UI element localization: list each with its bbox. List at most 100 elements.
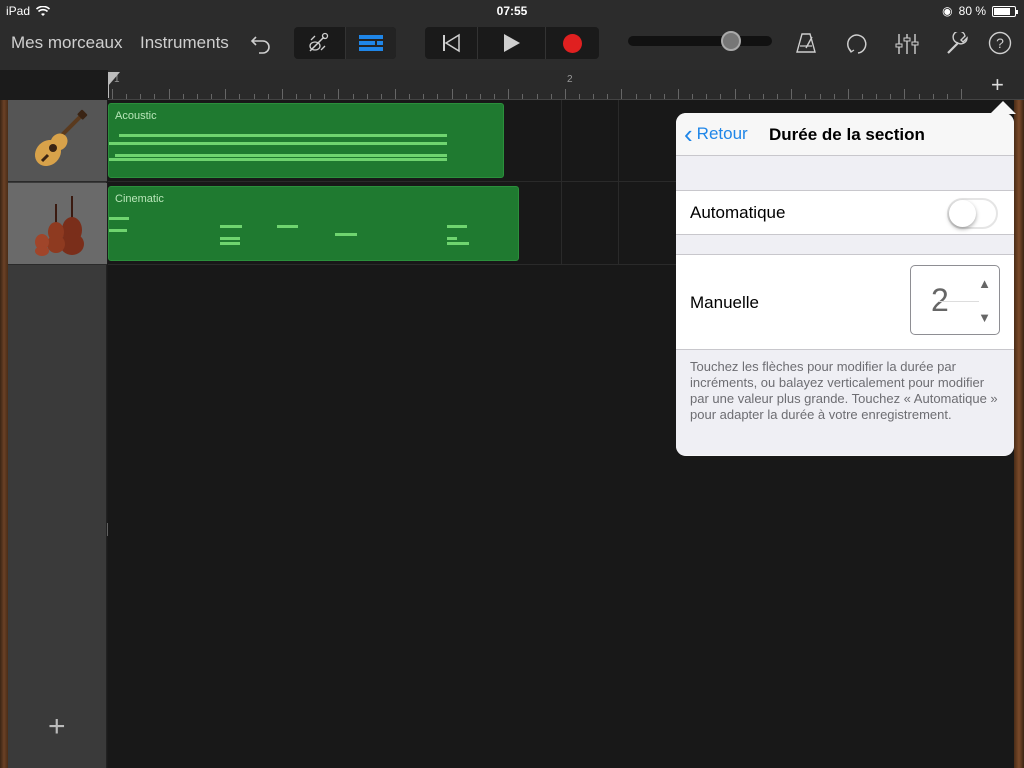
- note-bar: [447, 237, 457, 240]
- wood-panel-left: [0, 100, 8, 768]
- note-bar: [277, 225, 298, 228]
- ruler-bar-2: 2: [567, 74, 573, 85]
- ruler-tick: [451, 89, 453, 99]
- rewind-button[interactable]: [425, 27, 477, 59]
- ruler-tick: [861, 94, 863, 99]
- region-acoustic[interactable]: Acoustic: [108, 103, 504, 178]
- play-icon: [503, 34, 520, 52]
- ruler-tick: [593, 94, 595, 99]
- back-button[interactable]: ‹ Retour: [684, 118, 748, 149]
- my-songs-button[interactable]: Mes morceaux: [11, 33, 122, 53]
- ruler-tick: [649, 94, 651, 99]
- ruler-tick: [225, 89, 227, 99]
- play-button[interactable]: [477, 27, 545, 59]
- track-header-acoustic[interactable]: [8, 100, 107, 182]
- ruler-tick: [395, 89, 396, 99]
- add-section-button[interactable]: +: [991, 74, 1004, 96]
- toolbar: Mes morceaux Instruments ?: [0, 21, 1024, 70]
- chevron-left-icon: ‹: [684, 118, 693, 149]
- ruler-tick: [621, 89, 623, 99]
- ruler-tick: [423, 94, 425, 99]
- region-cinematic[interactable]: Cinematic: [108, 186, 519, 261]
- manual-length-stepper[interactable]: 2 ▲ ▼: [910, 265, 1000, 335]
- ruler-tick: [692, 94, 694, 99]
- section-spacer: [676, 156, 1014, 191]
- tracks-view-button[interactable]: [345, 27, 396, 59]
- ruler-tick: [550, 94, 552, 99]
- region-name: Acoustic: [115, 110, 157, 122]
- ruler-tick: [324, 94, 326, 99]
- metronome-icon[interactable]: [795, 32, 817, 54]
- section-spacer: [676, 235, 1014, 255]
- timeline-ruler[interactable]: 1 2: [108, 70, 1024, 100]
- track-headers: ||| +: [8, 100, 117, 768]
- beat-line: [618, 100, 619, 264]
- record-button[interactable]: [545, 27, 599, 59]
- status-bar: iPad 07:55 ◉ 80 %: [0, 0, 1024, 21]
- ruler-tick: [564, 89, 566, 99]
- ruler-tick: [295, 94, 297, 99]
- ruler-tick: [211, 94, 213, 99]
- ruler-tick: [890, 94, 892, 99]
- manual-label: Manuelle: [690, 293, 759, 312]
- tracks-view-icon: [359, 35, 383, 51]
- automatic-label: Automatique: [690, 203, 786, 222]
- stepper-up-icon[interactable]: ▲: [978, 276, 991, 291]
- view-switcher: [294, 27, 396, 59]
- playhead[interactable]: [108, 72, 120, 98]
- ruler-tick: [706, 94, 708, 99]
- region-name: Cinematic: [115, 193, 164, 205]
- popover-title: Durée de la section: [769, 125, 925, 144]
- status-right: ◉ 80 %: [942, 4, 1018, 18]
- ruler-tick: [847, 89, 849, 99]
- loop-icon[interactable]: [846, 32, 870, 56]
- toggle-knob: [949, 200, 976, 227]
- ruler-tick: [281, 89, 283, 99]
- ruler-tick: [932, 94, 934, 99]
- volume-thumb[interactable]: [721, 31, 741, 51]
- ruler-tick: [946, 94, 948, 99]
- stepper-down-icon[interactable]: ▼: [978, 310, 991, 325]
- ruler-tick: [182, 94, 184, 99]
- note-bar: [220, 225, 242, 228]
- mixer-icon[interactable]: [894, 32, 920, 56]
- undo-icon[interactable]: [250, 33, 272, 55]
- ruler-tick: [607, 94, 609, 99]
- ruler-tick: [819, 94, 821, 99]
- add-track-button[interactable]: +: [48, 710, 66, 744]
- ruler-tick: [168, 89, 170, 99]
- note-bar: [220, 242, 240, 245]
- ruler-tick: [126, 94, 128, 99]
- ruler-tick: [465, 94, 467, 99]
- note-bar: [447, 225, 467, 228]
- note-bar: [109, 158, 447, 161]
- record-icon: [563, 33, 582, 53]
- ruler-tick: [409, 94, 411, 99]
- note-bar: [220, 237, 240, 240]
- transport-controls: [425, 27, 599, 59]
- ruler-tick: [522, 94, 524, 99]
- instrument-view-button[interactable]: [294, 27, 345, 59]
- ruler-tick: [678, 89, 679, 99]
- ruler-tick: [762, 94, 764, 99]
- automatic-toggle[interactable]: [947, 198, 998, 229]
- battery-icon: [992, 5, 1018, 17]
- ruler-tick: [494, 94, 496, 99]
- help-text: Touchez les flèches pour modifier la dur…: [676, 350, 1014, 455]
- ruler-tick: [366, 94, 368, 99]
- ruler-tick: [918, 94, 920, 99]
- ruler-tick: [140, 94, 142, 99]
- stepper-divider: [939, 301, 979, 302]
- orientation-lock-icon: ◉: [942, 4, 953, 18]
- help-icon[interactable]: ?: [988, 31, 1012, 55]
- ruler-tick: [338, 89, 340, 99]
- popover-nav-bar: ‹ Retour Durée de la section: [676, 113, 1014, 156]
- ruler-tick: [536, 94, 538, 99]
- instruments-button[interactable]: Instruments: [140, 33, 229, 53]
- settings-wrench-icon[interactable]: [945, 32, 969, 56]
- master-volume-slider[interactable]: [628, 31, 772, 51]
- ruler-tick: [310, 94, 312, 99]
- svg-text:?: ?: [996, 35, 1004, 51]
- note-bar: [109, 142, 447, 145]
- track-header-cinematic[interactable]: [8, 183, 107, 265]
